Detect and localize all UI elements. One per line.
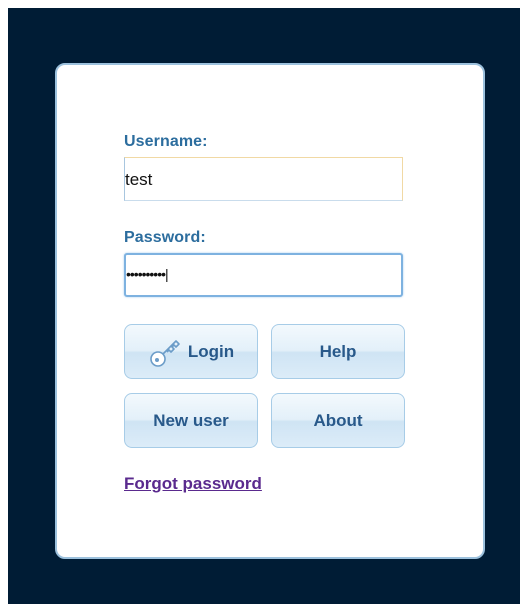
help-button-label: Help [319, 341, 357, 361]
login-panel: Username: test Password: ••••••••••| Log… [55, 63, 485, 559]
username-value: test [125, 170, 153, 189]
username-label: Username: [124, 133, 208, 150]
password-value: ••••••••••| [126, 266, 169, 282]
password-label: Password: [124, 229, 206, 246]
about-button-label: About [313, 410, 363, 430]
username-field[interactable]: test [124, 157, 403, 201]
about-button[interactable]: About [271, 393, 405, 448]
help-button[interactable]: Help [271, 324, 405, 379]
login-button-label: Login [187, 341, 235, 361]
key-icon [148, 335, 182, 369]
new-user-button-label: New user [153, 410, 229, 430]
new-user-button[interactable]: New user [124, 393, 258, 448]
forgot-password-link[interactable]: Forgot password [124, 474, 262, 494]
password-field[interactable]: ••••••••••| [124, 253, 403, 297]
login-button[interactable]: Login [124, 324, 258, 379]
